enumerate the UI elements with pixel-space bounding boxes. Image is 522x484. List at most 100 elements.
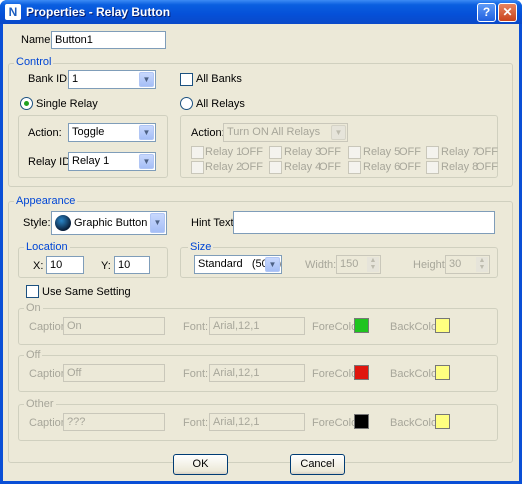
width-value: 150 (340, 258, 359, 270)
off-legend: Off (24, 349, 43, 362)
close-button[interactable]: ✕ (498, 3, 517, 22)
relay-name: Relay 3 (284, 146, 322, 158)
relay-checkbox[interactable] (348, 146, 361, 159)
relay-checkbox[interactable] (191, 161, 204, 174)
action-select[interactable]: Toggle ▼ (68, 123, 156, 142)
relay-name: Relay 2 (205, 161, 243, 173)
use-same-setting-checkbox[interactable] (26, 285, 39, 298)
power-button-icon (55, 215, 71, 231)
chevron-down-icon[interactable]: ▼ (139, 125, 154, 140)
relay-checkbox[interactable] (426, 146, 439, 159)
window-title: Properties - Relay Button (26, 5, 171, 19)
on-legend: On (24, 302, 43, 315)
appearance-legend: Appearance (14, 195, 78, 208)
width-spinner[interactable]: 150 ▲ ▼ (336, 255, 381, 274)
single-relay-radio[interactable] (20, 97, 33, 110)
single-relay-label: Single Relay (36, 98, 98, 110)
all-action-select[interactable]: Turn ON All Relays ▼ (223, 123, 348, 142)
dialog-body: Name: Button1 Control Bank ID: 1 ▼ All B… (3, 24, 519, 481)
forecolor-swatch[interactable] (354, 414, 369, 429)
relay-name: Relay 5 (363, 146, 401, 158)
size-preset-select[interactable]: Standard (50%) ▼ (194, 255, 282, 274)
relay-checkbox[interactable] (269, 161, 282, 174)
chevron-down-icon[interactable]: ▼ (265, 257, 280, 272)
relay-name: Relay 4 (284, 161, 322, 173)
location-legend: Location (24, 241, 70, 254)
all-relays-radio[interactable] (180, 97, 193, 110)
font-label: Font: (183, 321, 209, 333)
relay-state: OFF (476, 161, 498, 173)
font-label: Font: (183, 368, 209, 380)
caption-field[interactable]: ??? (63, 413, 165, 431)
chevron-down-icon[interactable]: ▼ (139, 154, 154, 169)
relay-checkbox[interactable] (426, 161, 439, 174)
height-value: 30 (449, 258, 462, 270)
all-banks-label: All Banks (196, 73, 242, 85)
relay-checkbox[interactable] (191, 146, 204, 159)
font-field[interactable]: Arial,12,1 (209, 413, 305, 431)
name-label: Name: (21, 34, 54, 46)
all-banks-checkbox[interactable] (180, 73, 193, 86)
bank-id-value: 1 (72, 73, 79, 85)
all-action-value: Turn ON All Relays (227, 126, 321, 138)
backcolor-swatch[interactable] (435, 414, 450, 429)
title-bar[interactable]: N Properties - Relay Button ? ✕ (0, 0, 522, 24)
style-label: Style: (23, 217, 51, 229)
use-same-setting-label: Use Same Setting (42, 286, 131, 298)
relay-checkbox[interactable] (348, 161, 361, 174)
chevron-down-icon[interactable]: ▼ (139, 72, 154, 87)
backcolor-swatch[interactable] (435, 318, 450, 333)
bank-id-select[interactable]: 1 ▼ (68, 70, 156, 89)
relay-checkbox[interactable] (269, 146, 282, 159)
backcolor-swatch[interactable] (435, 365, 450, 380)
size-legend: Size (188, 241, 214, 254)
x-label: X: (33, 260, 44, 272)
ok-button[interactable]: OK (173, 454, 228, 475)
bank-id-label: Bank ID: (28, 73, 71, 85)
properties-dialog: N Properties - Relay Button ? ✕ Name: Bu… (0, 0, 522, 484)
x-field[interactable]: 10 (46, 256, 84, 274)
relay-state: OFF (399, 146, 421, 158)
cancel-button[interactable]: Cancel (290, 454, 345, 475)
relay-state: OFF (319, 146, 341, 158)
app-icon: N (5, 4, 21, 20)
relay-id-label: Relay ID: (28, 156, 74, 168)
spin-arrows-icon[interactable]: ▲ ▼ (367, 257, 379, 272)
chevron-down-icon[interactable]: ▼ (331, 125, 346, 140)
hint-text-field[interactable] (233, 211, 495, 234)
caption-field[interactable]: Off (63, 364, 165, 382)
other-legend: Other (24, 398, 56, 411)
radio-selected-dot (24, 101, 29, 106)
forecolor-swatch[interactable] (354, 365, 369, 380)
relay-state: OFF (241, 161, 263, 173)
spin-arrows-icon[interactable]: ▲ ▼ (476, 257, 488, 272)
all-action-label: Action: (191, 127, 225, 139)
y-label: Y: (101, 260, 111, 272)
help-button[interactable]: ? (477, 3, 496, 22)
name-field[interactable]: Button1 (51, 31, 166, 49)
relay-id-select[interactable]: Relay 1 ▼ (68, 152, 156, 171)
relay-name: Relay 6 (363, 161, 401, 173)
style-select[interactable]: Graphic Button 1 ▼ (51, 211, 167, 235)
relay-state: OFF (241, 146, 263, 158)
caption-field[interactable]: On (63, 317, 165, 335)
chevron-down-icon[interactable]: ▼ (150, 213, 165, 233)
all-relays-label: All Relays (196, 98, 245, 110)
height-label: Height: (413, 259, 448, 271)
relay-state: OFF (319, 161, 341, 173)
relay-id-value: Relay 1 (72, 155, 110, 167)
font-label: Font: (183, 417, 209, 429)
font-field[interactable]: Arial,12,1 (209, 317, 305, 335)
forecolor-swatch[interactable] (354, 318, 369, 333)
relay-name: Relay 8 (441, 161, 479, 173)
hint-text-label: Hint Text: (191, 217, 237, 229)
width-label: Width: (305, 259, 337, 271)
relay-name: Relay 1 (205, 146, 243, 158)
action-value: Toggle (72, 126, 105, 138)
style-value: Graphic Button 1 (74, 217, 157, 229)
control-legend: Control (14, 56, 54, 69)
relay-state: OFF (476, 146, 498, 158)
height-spinner[interactable]: 30 ▲ ▼ (445, 255, 490, 274)
y-field[interactable]: 10 (114, 256, 150, 274)
font-field[interactable]: Arial,12,1 (209, 364, 305, 382)
